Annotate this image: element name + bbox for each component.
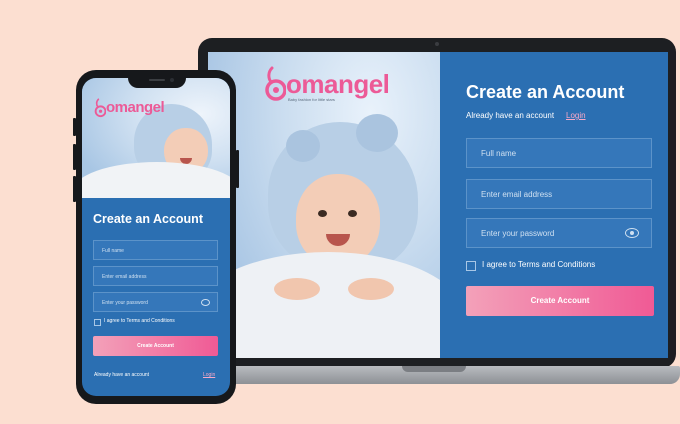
logo-text: omangel	[286, 69, 390, 99]
terms-label: I agree to Terms and Conditions	[482, 260, 596, 269]
phone-email-input[interactable]: Enter email address	[93, 266, 218, 286]
logo-mark-icon	[265, 66, 286, 101]
signup-panel: Create an Account Already have an accoun…	[440, 52, 668, 358]
phone-screen: omangel Create an Account Full name Ente…	[82, 78, 230, 396]
fullname-input[interactable]: Full name	[466, 138, 652, 168]
phone-email-placeholder: Enter email address	[102, 274, 147, 280]
page-title: Create an Account	[466, 82, 625, 102]
phone-password-placeholder: Enter your password	[102, 300, 148, 306]
login-link[interactable]: Login	[566, 111, 586, 120]
phone-fullname-input[interactable]: Full name	[93, 240, 218, 260]
phone-create-account-button[interactable]: Create Account	[93, 336, 218, 356]
eye-icon[interactable]	[625, 228, 639, 238]
brand-logo: omangel Baby fashion for little stars	[264, 66, 390, 102]
phone-terms-checkbox[interactable]	[94, 319, 101, 326]
phone-password-input[interactable]: Enter your password	[93, 292, 218, 312]
laptop-screen: omangel Baby fashion for little stars Cr…	[208, 52, 668, 358]
phone-logo-text: omangel	[106, 99, 165, 116]
fullname-placeholder: Full name	[481, 149, 517, 158]
phone-fullname-placeholder: Full name	[102, 248, 124, 254]
phone-baby-image: omangel	[82, 78, 230, 198]
phone-brand-logo: omangel	[94, 98, 165, 118]
phone-terms-label: I agree to Terms and Conditions	[104, 318, 175, 324]
phone-login-link[interactable]: Login	[203, 372, 215, 378]
laptop-camera	[435, 42, 439, 46]
email-input[interactable]: Enter email address	[466, 179, 652, 209]
email-placeholder: Enter email address	[481, 190, 553, 199]
create-account-button[interactable]: Create Account	[466, 286, 654, 316]
phone-already-account-text: Already have an account	[94, 372, 150, 378]
password-placeholder: Enter your password	[481, 229, 555, 238]
phone-page-title: Create an Account	[93, 212, 203, 226]
phone-notch	[128, 74, 186, 88]
phone-logo-mark-icon	[94, 98, 106, 118]
phone-eye-icon[interactable]	[201, 299, 210, 306]
logo-tagline: Baby fashion for little stars	[288, 97, 335, 102]
baby-hero-image: omangel Baby fashion for little stars	[208, 52, 440, 358]
laptop-base	[188, 366, 680, 384]
terms-checkbox[interactable]	[466, 261, 476, 271]
password-input[interactable]: Enter your password	[466, 218, 652, 248]
already-account-text: Already have an account	[466, 111, 555, 120]
